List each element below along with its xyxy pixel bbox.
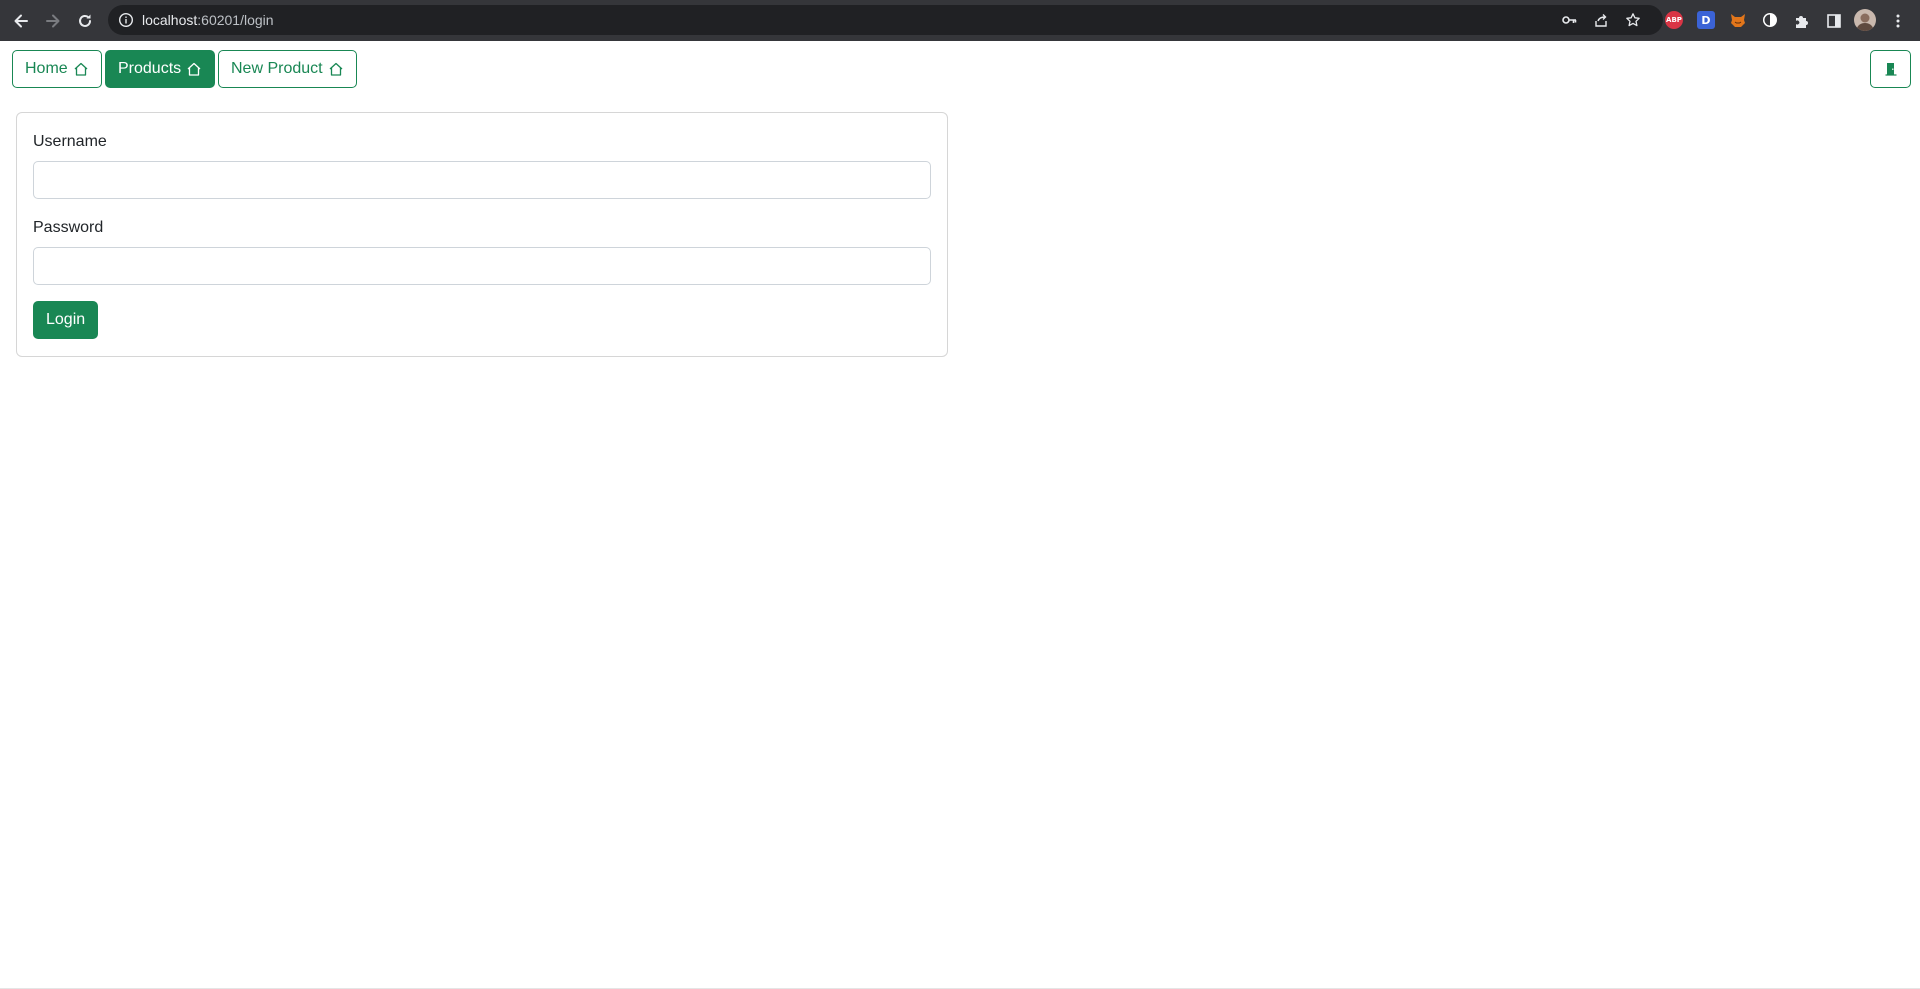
forward-button[interactable] — [39, 7, 67, 35]
home-nav-button[interactable]: Home — [12, 50, 102, 88]
arrow-left-icon — [14, 14, 28, 28]
products-nav-label: Products — [118, 60, 182, 77]
door-icon — [1885, 63, 1896, 76]
new-product-nav-label: New Product — [231, 60, 323, 77]
new-product-nav-button[interactable]: New Product — [218, 50, 357, 88]
page-content: Home Products New Product Username Passw… — [0, 41, 1920, 989]
login-card: Username Password Login — [16, 112, 948, 357]
address-bar[interactable]: localhost:60201/login — [108, 5, 1663, 35]
extensions-button[interactable] — [1788, 7, 1816, 35]
puzzle-icon — [1796, 16, 1808, 28]
share-icon[interactable] — [1593, 12, 1609, 28]
login-button[interactable]: Login — [33, 301, 99, 339]
url-host: localhost — [142, 12, 198, 28]
username-label: Username — [33, 133, 107, 150]
reload-button[interactable] — [71, 7, 99, 35]
side-panel-button[interactable] — [1820, 7, 1848, 35]
url-path: :60201/login — [197, 12, 274, 28]
circle-extension-icon[interactable] — [1761, 11, 1779, 29]
house-icon — [187, 62, 201, 76]
products-nav-button[interactable]: Products — [105, 50, 216, 88]
profile-avatar[interactable] — [1854, 9, 1876, 31]
info-icon[interactable] — [118, 12, 134, 28]
fox-icon — [1731, 14, 1745, 27]
username-field[interactable] — [33, 161, 931, 199]
arrow-right-icon — [46, 14, 60, 28]
password-field[interactable] — [33, 247, 931, 285]
house-icon — [329, 62, 343, 76]
adblock-label: ABP — [1666, 16, 1682, 24]
browser-menu-button[interactable] — [1884, 7, 1912, 35]
d-extension-label: D — [1701, 13, 1711, 27]
home-nav-label: Home — [25, 60, 68, 77]
adblock-extension-icon[interactable]: ABP — [1665, 11, 1683, 29]
reload-icon — [79, 14, 91, 27]
avatar-icon — [1856, 13, 1874, 31]
password-label: Password — [33, 219, 104, 236]
address-url[interactable]: localhost:60201/login — [142, 12, 274, 28]
browser-toolbar: localhost:60201/login ABP D — [0, 0, 1920, 41]
key-icon[interactable] — [1561, 12, 1577, 28]
kebab-menu-icon — [1896, 14, 1900, 28]
side-panel-icon — [1827, 14, 1841, 28]
fox-extension-icon[interactable] — [1729, 11, 1747, 29]
house-icon — [74, 62, 88, 76]
back-button[interactable] — [7, 7, 35, 35]
logout-button[interactable] — [1870, 50, 1911, 88]
half-circle-icon — [1763, 13, 1777, 27]
star-icon[interactable] — [1625, 12, 1641, 28]
d-extension-icon[interactable]: D — [1697, 11, 1715, 29]
